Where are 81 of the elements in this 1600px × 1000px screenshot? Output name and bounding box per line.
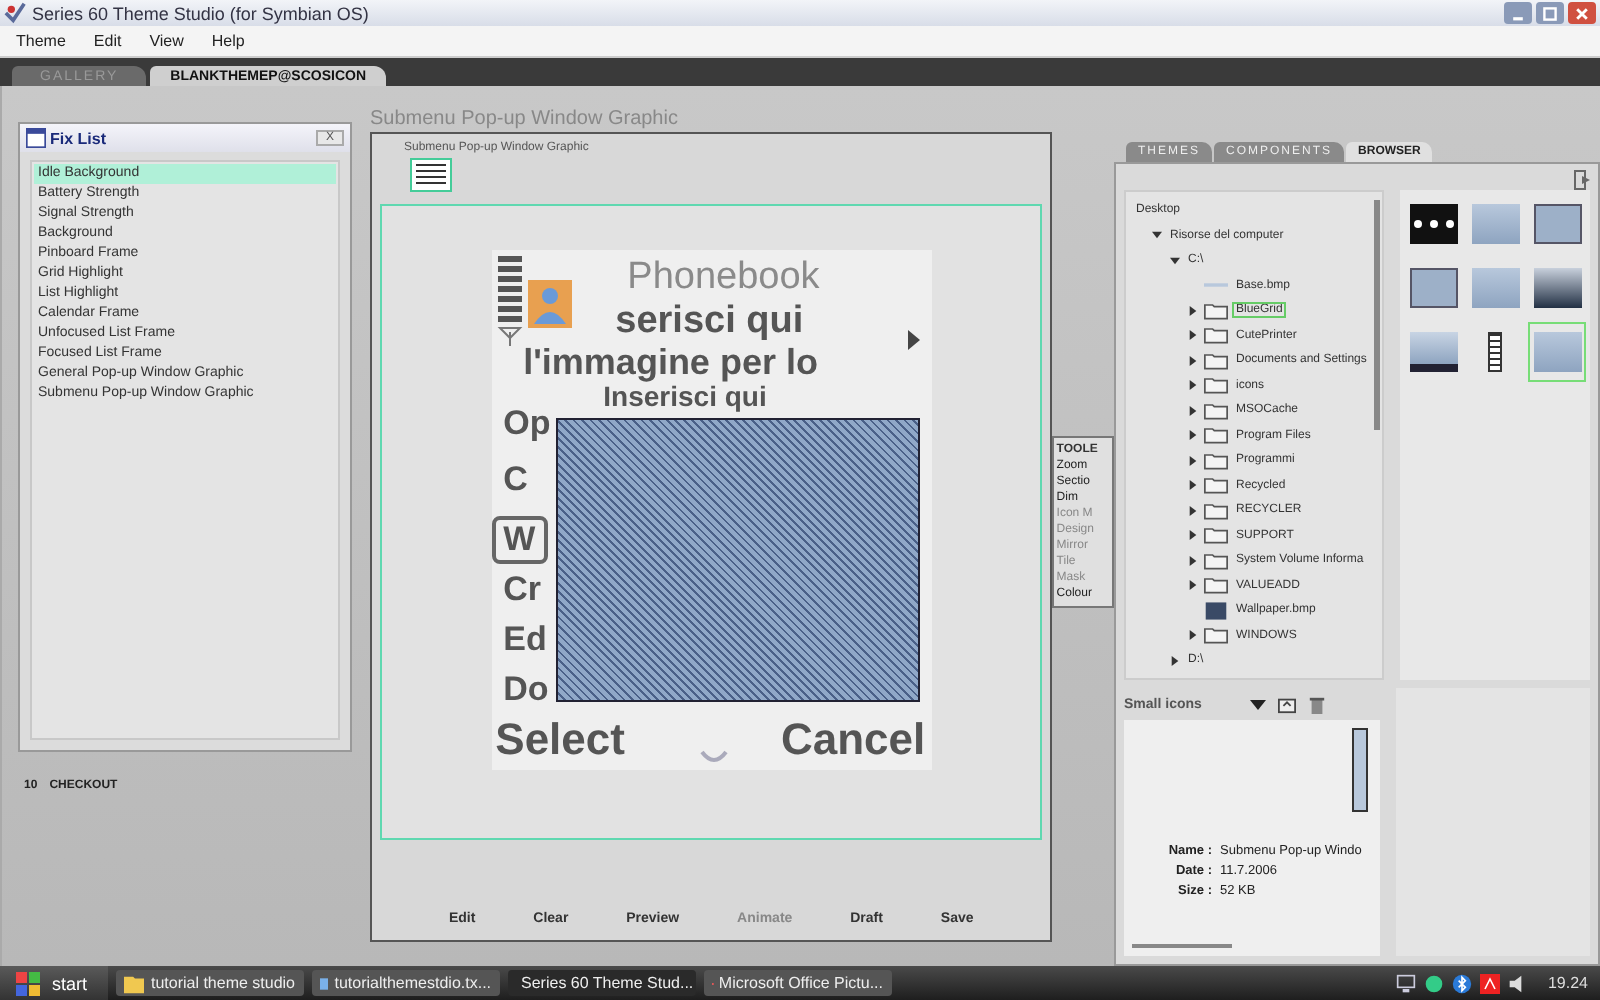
signal-icon (495, 256, 524, 346)
collapsed-arrow-icon[interactable] (1188, 355, 1198, 366)
export-icon[interactable] (1574, 170, 1590, 190)
folder-icon (1204, 451, 1228, 470)
start-button[interactable]: start (0, 966, 108, 1000)
taskbar-button[interactable]: Microsoft Office Pictu... (703, 970, 892, 996)
window-icon (26, 128, 46, 148)
folder-icon (1204, 626, 1228, 645)
softkey-label: Select (495, 714, 625, 766)
collapsed-arrow-icon[interactable] (1188, 530, 1198, 541)
taskbar-button[interactable]: tutorialthemestdio.tx... (311, 970, 500, 996)
collapsed-arrow-icon[interactable] (1188, 555, 1198, 566)
folder-icon (1204, 326, 1228, 345)
overlay-text: l'immagine per lo (523, 342, 818, 384)
collapsed-arrow-icon[interactable] (1188, 330, 1198, 341)
collapsed-arrow-icon[interactable] (1188, 630, 1198, 641)
expanded-arrow-icon[interactable] (1170, 255, 1180, 266)
contact-icon (527, 280, 572, 328)
collapsed-arrow-icon[interactable] (1188, 305, 1198, 316)
maximize-icon (1542, 5, 1558, 21)
image-file-icon (1204, 601, 1228, 620)
monitor-icon[interactable] (1395, 973, 1416, 993)
menu-option: C (503, 460, 528, 500)
minimize-button[interactable] (1504, 2, 1532, 24)
caret-icon (1249, 699, 1266, 709)
bluetooth-icon[interactable] (1451, 973, 1472, 993)
folder-icon (1204, 551, 1228, 570)
overlay-text: serisci qui (615, 300, 804, 344)
menu-option: Do (503, 670, 549, 710)
collapsed-arrow-icon[interactable] (1188, 580, 1198, 591)
preview-image (1352, 728, 1368, 812)
app-tray-icon[interactable] (1479, 973, 1500, 993)
menu-item[interactable]: Edit (93, 32, 122, 50)
phone-title: Phonebook (627, 256, 820, 300)
expanded-arrow-icon[interactable] (1152, 230, 1162, 241)
collapsed-arrow-icon[interactable] (1170, 655, 1180, 666)
menu-option: W (491, 516, 548, 564)
menu-item[interactable]: Help (211, 32, 245, 50)
taskbar-button[interactable]: Series 60 Theme Stud... (507, 970, 696, 996)
panel-title: Fix List (50, 129, 107, 147)
element-thumbnail[interactable] (410, 158, 452, 192)
collapsed-arrow-icon[interactable] (1188, 405, 1198, 416)
menu-option: Ed (503, 620, 547, 660)
trash-icon[interactable] (1307, 695, 1326, 713)
collapsed-arrow-icon[interactable] (1188, 455, 1198, 466)
overlay-text: Inserisci qui (603, 380, 767, 412)
close-icon (1574, 5, 1590, 21)
editor-title: Submenu Pop-up Window Graphic (370, 108, 680, 132)
collapsed-arrow-icon[interactable] (1188, 480, 1198, 491)
menu-option: Cr (503, 570, 542, 610)
windows-flag-icon (16, 971, 40, 995)
menu-item[interactable]: View (149, 32, 184, 50)
scrollbar[interactable] (1132, 944, 1232, 948)
window-title: Series 60 Theme Studio (for Symbian OS) (32, 3, 369, 23)
menu-option: Op (503, 404, 551, 444)
folder-icon (1204, 526, 1228, 545)
maximize-button[interactable] (1536, 2, 1564, 24)
right-arrow-icon (907, 330, 920, 350)
network-icon[interactable] (1423, 973, 1444, 993)
folder-icon (123, 973, 145, 993)
folder-icon (1204, 301, 1228, 320)
folder-icon (1204, 376, 1228, 395)
scrollbar[interactable] (1374, 200, 1380, 430)
collapsed-arrow-icon[interactable] (1188, 505, 1198, 516)
thumbnail[interactable] (1528, 322, 1586, 382)
menu-item[interactable]: Theme (16, 32, 66, 50)
scroll-indicator-icon (699, 750, 728, 766)
collapsed-arrow-icon[interactable] (1188, 380, 1198, 391)
taskbar-button[interactable]: tutorial theme studio (115, 970, 304, 996)
clock: 19.24 (1547, 974, 1588, 992)
folder-icon (1204, 426, 1228, 445)
close-button[interactable] (1568, 2, 1596, 24)
softkey-label: Cancel (780, 714, 926, 766)
folder-icon (1204, 576, 1228, 595)
folder-icon (1204, 351, 1228, 370)
folder-icon (1204, 476, 1228, 495)
collapsed-arrow-icon[interactable] (1188, 430, 1198, 441)
new-folder-icon[interactable] (1277, 695, 1296, 713)
app-icon (4, 2, 26, 24)
folder-icon (1204, 401, 1228, 420)
folder-icon (1204, 501, 1228, 520)
